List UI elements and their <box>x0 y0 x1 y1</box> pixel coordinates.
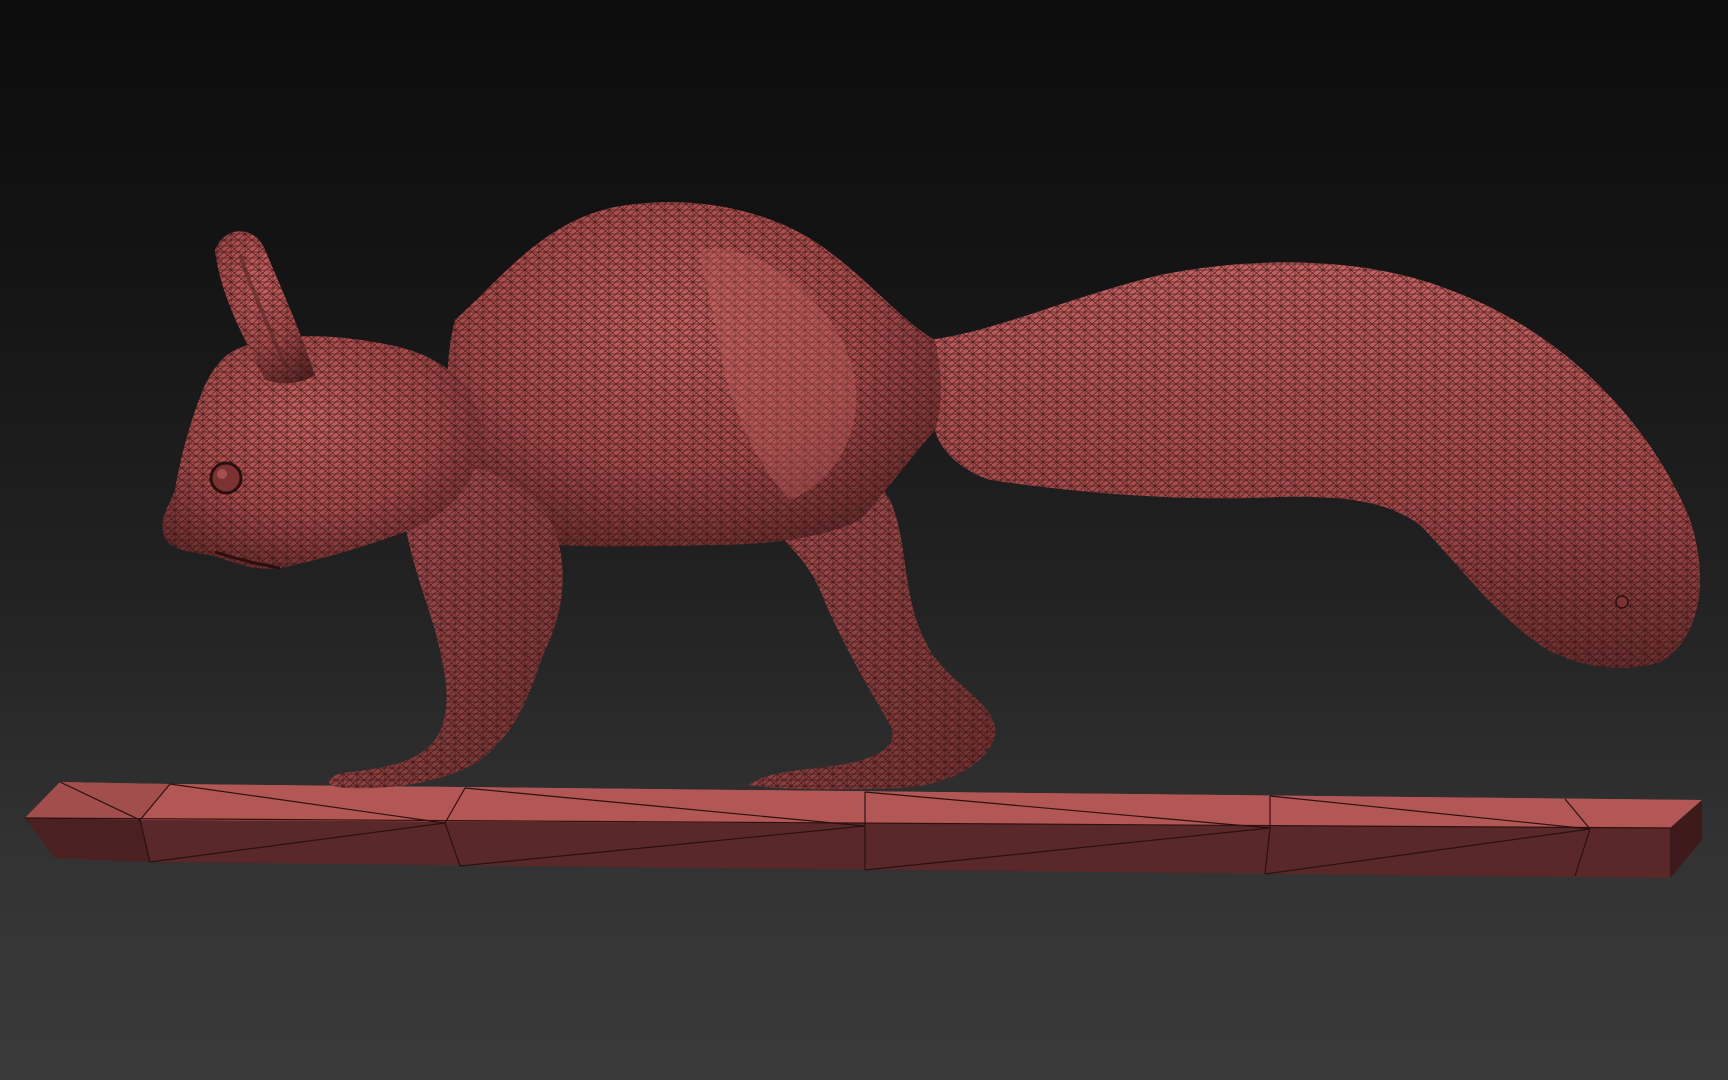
scene-render <box>24 202 1702 878</box>
squirrel-eye <box>209 461 243 495</box>
squirrel-model[interactable] <box>162 202 1700 790</box>
viewport-3d[interactable] <box>0 0 1728 1080</box>
beam-base[interactable] <box>24 781 1702 878</box>
